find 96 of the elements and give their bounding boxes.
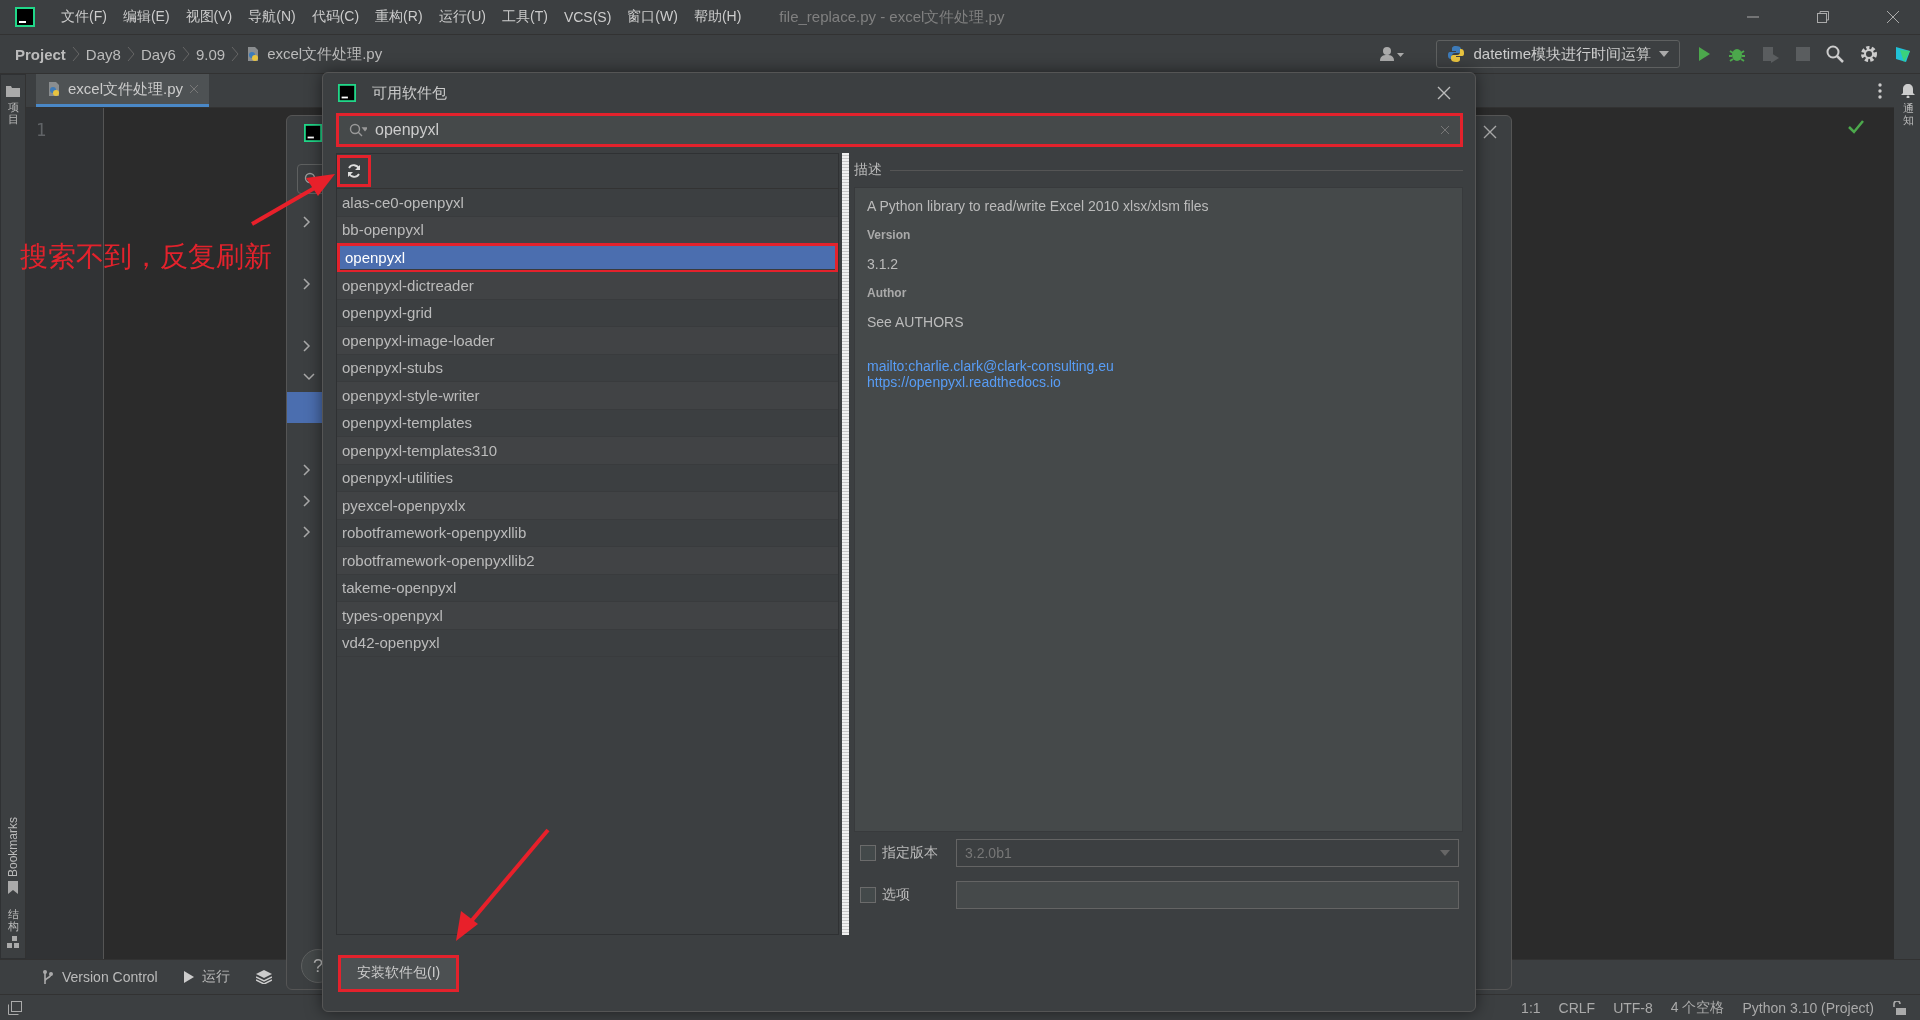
chevron-right-icon[interactable] — [303, 277, 311, 290]
search-icon[interactable] — [1826, 45, 1844, 63]
menu-item[interactable]: 重构(R) — [367, 8, 431, 26]
python-icon — [1447, 45, 1466, 63]
structure-icon — [7, 936, 19, 948]
settings-icon[interactable] — [1860, 45, 1878, 63]
python-file-icon — [46, 81, 62, 97]
bell-icon[interactable] — [1901, 84, 1915, 98]
app-logo-icon — [15, 7, 35, 27]
breadcrumb[interactable]: Day8 — [85, 45, 121, 63]
status-item[interactable]: CRLF — [1558, 999, 1596, 1016]
restore-icon[interactable] — [1816, 10, 1830, 24]
status-item[interactable]: Python 3.10 (Project) — [1742, 999, 1874, 1016]
plugin-logo-icon[interactable] — [1894, 45, 1912, 63]
package-row[interactable]: pyexcel-openpyxlx — [337, 492, 838, 520]
status-item[interactable]: UTF-8 — [1613, 999, 1653, 1016]
layers-icon[interactable] — [255, 970, 272, 984]
search-icon — [349, 123, 367, 137]
field-value: 3.1.2 — [867, 256, 900, 272]
field-value: See AUTHORS — [867, 314, 965, 330]
option-label: 选项 — [882, 886, 911, 904]
breadcrumb[interactable]: Day6 — [140, 45, 176, 63]
menu-item[interactable]: 运行(U) — [430, 8, 494, 26]
status-item[interactable]: 4 个空格 — [1670, 998, 1725, 1017]
bookmarks-tool-tab[interactable]: Bookmarks — [6, 816, 20, 877]
dropdown-caret-icon — [1659, 51, 1669, 57]
checkbox[interactable] — [860, 887, 876, 903]
status-item[interactable]: 1:1 — [1521, 999, 1541, 1016]
options-input-field[interactable] — [956, 881, 1459, 909]
more-icon[interactable] — [1878, 82, 1882, 99]
chevron-icon — [181, 46, 190, 62]
breadcrumb[interactable]: excel文件处理.py — [267, 44, 383, 64]
branch-icon — [42, 970, 54, 984]
panel-toggle-icon[interactable] — [8, 1000, 22, 1015]
chevron-right-icon[interactable] — [303, 215, 311, 228]
close-icon[interactable] — [1483, 125, 1497, 139]
menu-item[interactable]: 视图(V) — [177, 8, 241, 26]
package-row[interactable]: bb-openpyxl — [337, 216, 838, 244]
field-label: Version — [867, 228, 912, 242]
chevron-right-icon[interactable] — [303, 525, 311, 538]
chevron-down-icon[interactable] — [303, 372, 315, 381]
close-icon[interactable] — [1437, 86, 1451, 100]
chevron-icon — [231, 46, 240, 62]
chevron-icon — [126, 46, 135, 62]
bookmark-icon — [8, 880, 18, 894]
link[interactable]: https://openpyxl.readthedocs.io — [867, 374, 1061, 390]
checkbox[interactable] — [860, 845, 876, 861]
install-button[interactable]: 安装软件包(I) — [341, 957, 457, 989]
play-icon — [183, 971, 194, 983]
close-icon[interactable] — [1886, 10, 1900, 24]
editor-tab[interactable]: excel文件处理.py — [36, 74, 210, 107]
menu-item[interactable]: 帮助(H) — [685, 8, 750, 26]
menu-item[interactable]: 代码(C) — [303, 8, 368, 26]
check-icon — [1848, 120, 1864, 134]
chevron-icon — [71, 46, 80, 62]
chevron-right-icon[interactable] — [303, 463, 311, 476]
menu-item[interactable]: 窗口(W) — [619, 8, 686, 26]
dropdown-caret-icon — [1440, 850, 1450, 856]
menu-item[interactable]: 编辑(E) — [114, 8, 178, 26]
menu-item[interactable]: 文件(F) — [53, 8, 115, 26]
user-icon[interactable] — [1380, 46, 1407, 62]
chevron-right-icon[interactable] — [303, 339, 311, 352]
package-row[interactable]: types-openpyxl — [337, 602, 838, 630]
package-row[interactable]: openpyxl-templates310 — [337, 437, 838, 465]
notifications-tool-tab[interactable]: 通知 — [1902, 102, 1914, 127]
app-logo-icon — [338, 84, 356, 102]
unlocked-icon[interactable] — [1892, 1000, 1906, 1015]
folder-icon[interactable] — [6, 85, 20, 97]
run-icon[interactable] — [1696, 46, 1712, 62]
package-row[interactable]: openpyxl — [340, 246, 835, 270]
field-label: Author — [867, 286, 908, 300]
annotation-text: 搜索不到，反复刷新 — [20, 240, 272, 274]
package-row[interactable]: openpyxl-dictreader — [337, 272, 838, 300]
search-field[interactable]: openpyxl — [339, 116, 1460, 144]
section-heading: 描述 — [854, 161, 882, 179]
chevron-right-icon[interactable] — [303, 494, 311, 507]
menu-item[interactable]: 导航(N) — [240, 8, 304, 26]
package-row[interactable]: robotframework-openpyxllib2 — [337, 547, 838, 575]
structure-tool-tab[interactable]: 结构 — [7, 907, 19, 932]
run-configuration-dropdown[interactable]: datetime模块进行时间运算 — [1436, 40, 1680, 68]
package-row[interactable]: openpyxl-style-writer — [337, 382, 838, 410]
link[interactable]: mailto:charlie.clark@clark-consulting.eu — [867, 358, 1114, 374]
dialog-title: 可用软件包 — [372, 83, 447, 103]
description-text: A Python library to read/write Excel 2010 xlsx/xlsm files — [867, 198, 1210, 214]
package-row[interactable]: openpyxl-image-loader — [337, 327, 838, 355]
menu-item[interactable]: VCS(S) — [555, 9, 620, 25]
run-tool-button[interactable]: 运行 — [183, 968, 230, 986]
version-control-tool-button[interactable]: Version Control — [42, 969, 158, 985]
breadcrumb[interactable]: Project — [15, 45, 66, 63]
menu-item[interactable]: 工具(T) — [494, 8, 556, 26]
refresh-icon — [346, 163, 362, 179]
window-title: file_replace.py - excel文件处理.py — [779, 7, 1005, 27]
app-logo-icon — [304, 124, 322, 142]
option-label: 指定版本 — [882, 844, 939, 862]
project-tool-tab[interactable]: 项目 — [7, 101, 19, 126]
breadcrumb[interactable]: 9.09 — [195, 45, 226, 63]
